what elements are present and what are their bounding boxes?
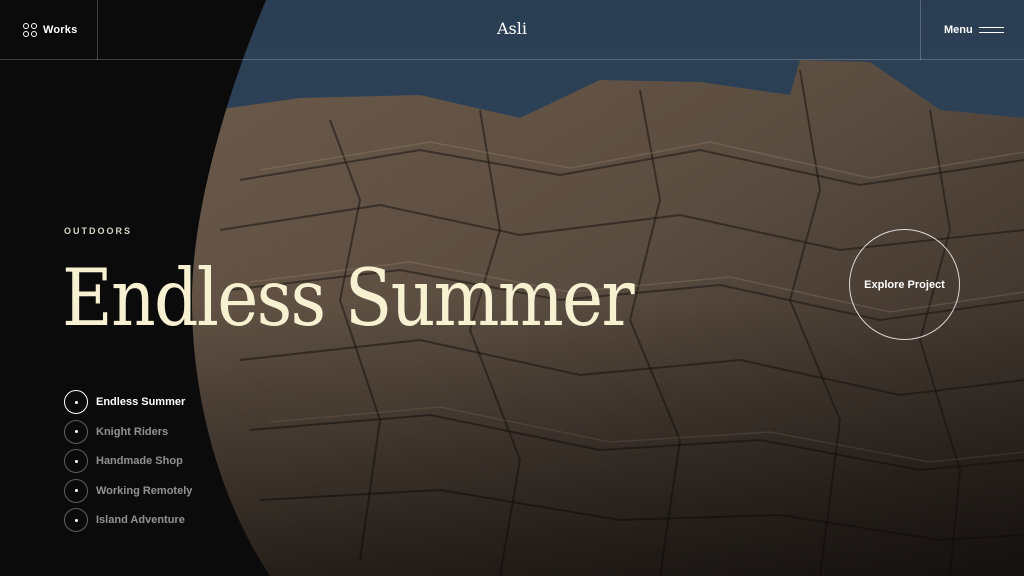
bullet-icon — [64, 478, 88, 503]
project-item-island-adventure[interactable]: Island Adventure — [64, 508, 192, 532]
menu-label: Menu — [944, 24, 973, 36]
menu-button[interactable]: Menu — [920, 0, 1024, 60]
project-category: OUTDOORS — [64, 226, 133, 236]
project-item-label: Knight Riders — [96, 425, 169, 438]
bullet-icon — [64, 390, 88, 414]
bullet-icon — [64, 508, 88, 532]
explore-project-button[interactable]: Explore Project — [849, 229, 960, 340]
hamburger-icon — [978, 26, 1004, 34]
explore-project-label: Explore Project — [864, 278, 945, 291]
bullet-icon — [64, 419, 88, 444]
project-item-label: Working Remotely — [96, 484, 193, 497]
project-item-label: Endless Summer — [96, 396, 186, 408]
project-item-knight-riders[interactable]: Knight Riders — [64, 419, 192, 444]
project-item-working-remotely[interactable]: Working Remotely — [64, 478, 193, 503]
site-logo[interactable]: Asli — [0, 19, 1024, 38]
bullet-icon — [64, 449, 88, 473]
project-title: Endless Summer — [62, 252, 635, 344]
works-label: Works — [43, 24, 78, 36]
project-item-handmade-shop[interactable]: Handmade Shop — [64, 449, 192, 473]
top-bar: Works Asli Menu — [0, 0, 1024, 60]
grid-icon — [23, 23, 37, 37]
project-item-label: Handmade Shop — [96, 455, 183, 467]
project-item-endless-summer[interactable]: Endless Summer — [64, 390, 192, 414]
project-list: Endless Summer Knight Riders Handmade Sh… — [64, 390, 192, 538]
works-button[interactable]: Works — [0, 0, 98, 60]
project-item-label: Island Adventure — [96, 514, 185, 526]
